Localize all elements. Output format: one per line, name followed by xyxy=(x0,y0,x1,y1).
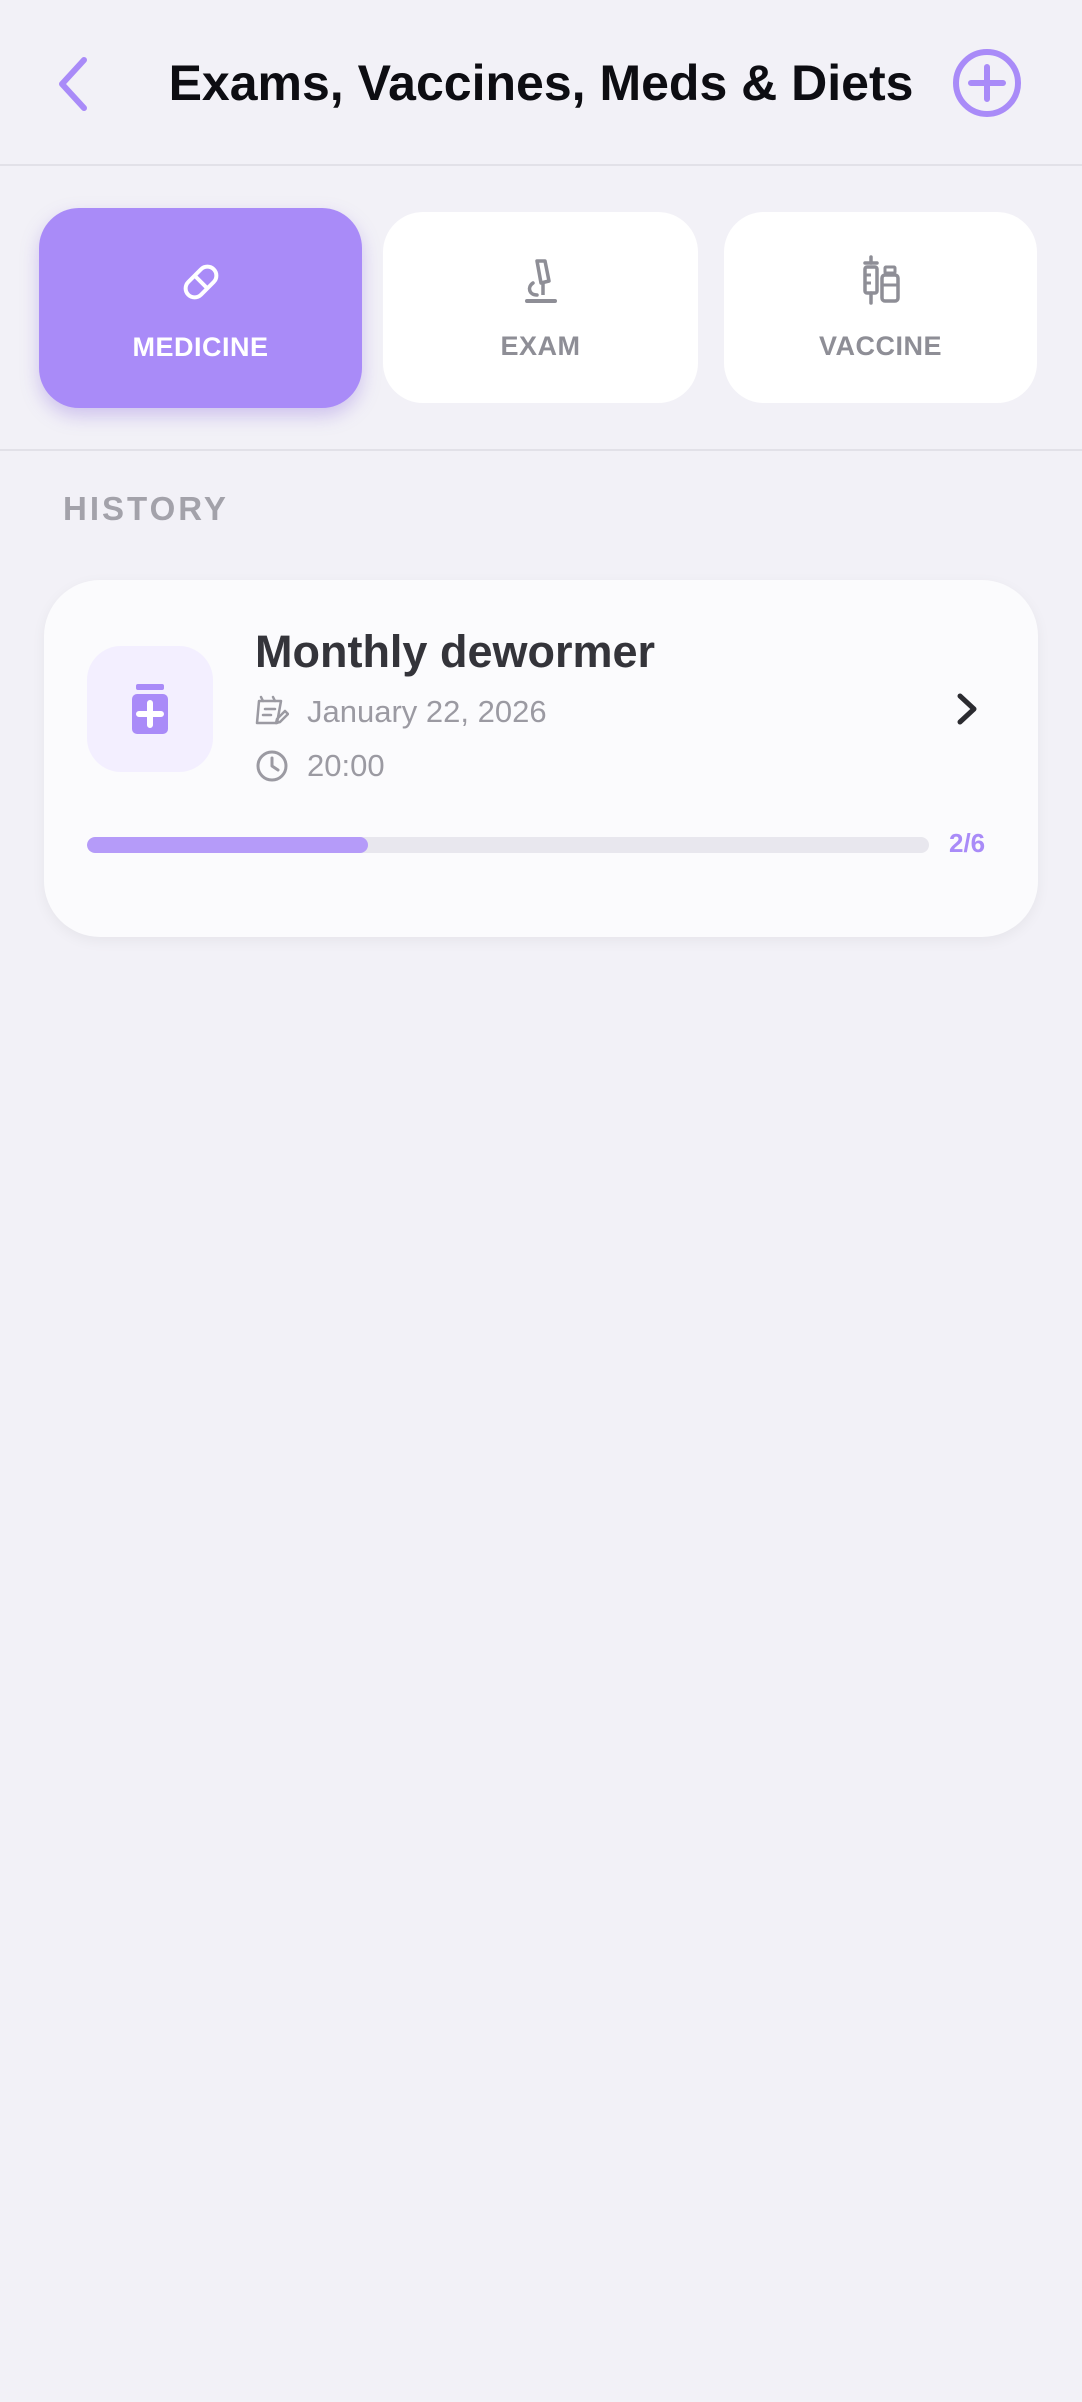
add-button[interactable] xyxy=(950,46,1024,120)
dose-progress-count: 2/6 xyxy=(949,828,986,858)
app-header: Exams, Vaccines, Meds & Diets xyxy=(0,0,1082,166)
chevron-right-icon xyxy=(957,693,977,725)
tab-exam[interactable]: EXAM xyxy=(383,212,698,403)
plus-circle-icon xyxy=(953,49,1021,117)
history-section-label: HISTORY xyxy=(63,490,229,527)
tab-medicine-label: MEDICINE xyxy=(132,331,269,362)
item-title: Monthly dewormer xyxy=(255,626,656,677)
item-icon-box xyxy=(87,646,213,772)
item-time-row: 20:00 xyxy=(255,748,385,784)
item-time: 20:00 xyxy=(307,748,385,783)
chevron-left-icon xyxy=(59,57,87,111)
tab-vaccine-label: VACCINE xyxy=(818,331,942,361)
category-tabs: MEDICINE EXAM VACCINE xyxy=(0,166,1082,451)
tab-exam-label: EXAM xyxy=(500,331,581,361)
dose-progress-bar xyxy=(87,837,929,853)
history-item-card[interactable]: Monthly dewormer January 22, 2026 20:00 … xyxy=(44,580,1038,937)
tab-medicine[interactable]: MEDICINE xyxy=(39,208,362,408)
clock-icon xyxy=(256,750,288,782)
tab-vaccine[interactable]: VACCINE xyxy=(724,212,1037,403)
item-date: January 22, 2026 xyxy=(307,694,547,729)
syringe-vial-icon xyxy=(862,255,900,305)
back-button[interactable] xyxy=(44,44,104,124)
medicine-bottle-icon xyxy=(132,684,168,734)
item-date-row: January 22, 2026 xyxy=(255,694,547,730)
microscope-icon xyxy=(524,259,557,303)
calendar-edit-icon xyxy=(255,695,289,725)
dose-progress-fill xyxy=(87,837,368,853)
pill-icon xyxy=(183,264,218,299)
page-title: Exams, Vaccines, Meds & Diets xyxy=(168,55,914,111)
